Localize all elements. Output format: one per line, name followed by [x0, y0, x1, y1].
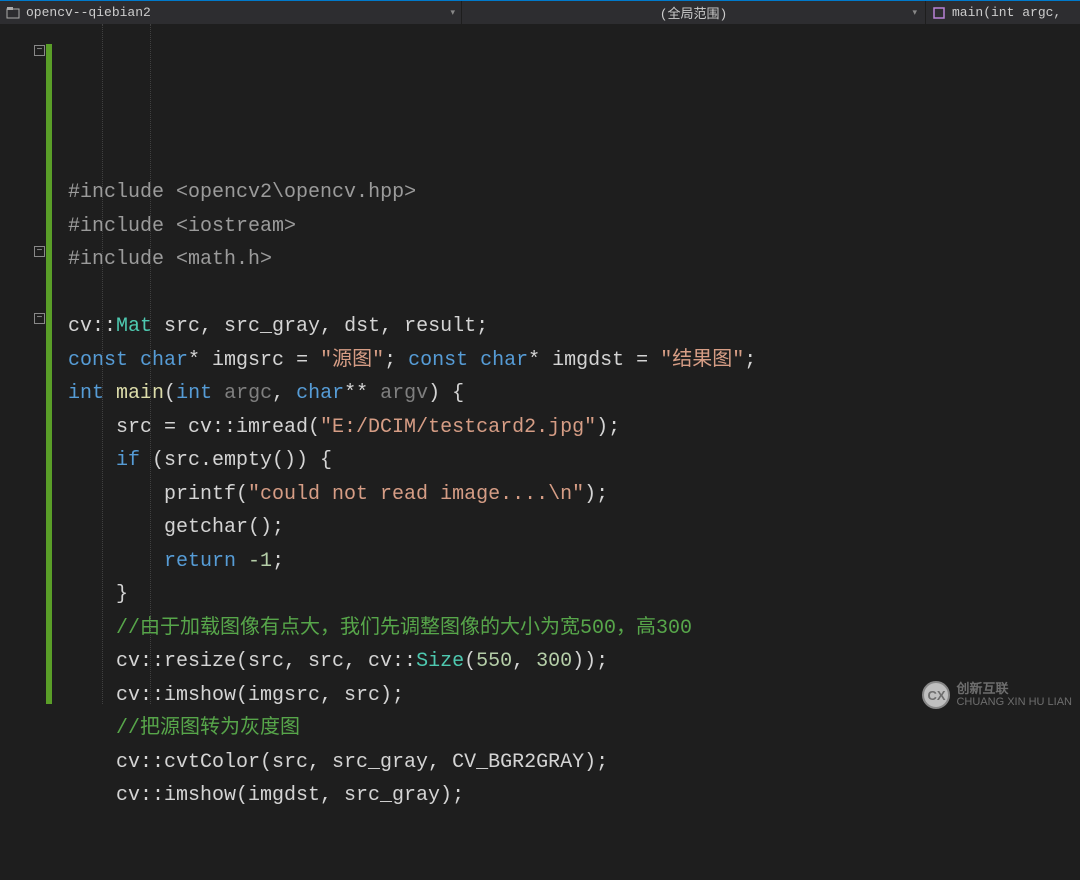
function-name: main(int argc,	[952, 5, 1061, 20]
code-line[interactable]: getchar();	[68, 511, 756, 545]
code-line[interactable]: //由于加载图像有点大，我们先调整图像的大小为宽500，高300	[68, 612, 756, 646]
watermark-logo: CX	[922, 681, 950, 709]
scope-label: (全局范围)	[660, 3, 728, 22]
fold-toggle[interactable]: −	[34, 45, 45, 56]
code-line[interactable]: const char* imgsrc = "源图"; const char* i…	[68, 344, 756, 378]
code-line[interactable]: }	[68, 578, 756, 612]
navigation-bar: opencv--qiebian2 ▾ (全局范围) ▾ main(int arg…	[0, 0, 1080, 24]
code-line[interactable]: #include <iostream>	[68, 210, 756, 244]
code-line[interactable]: if (src.empty()) {	[68, 444, 756, 478]
chevron-down-icon: ▾	[450, 8, 455, 18]
project-icon	[6, 6, 20, 20]
indent-guide	[150, 24, 151, 704]
project-name: opencv--qiebian2	[26, 5, 151, 20]
watermark: CX 创新互联 CHUANG XIN HU LIAN	[922, 681, 1072, 709]
code-line[interactable]	[68, 277, 756, 311]
chevron-down-icon: ▾	[912, 8, 917, 18]
fold-toggle[interactable]: −	[34, 313, 45, 324]
code-line[interactable]: printf("could not read image....\n");	[68, 478, 756, 512]
code-line[interactable]: cv::imshow(imgdst, src_gray);	[68, 779, 756, 813]
code-line[interactable]: int main(int argc, char** argv) {	[68, 377, 756, 411]
code-line[interactable]: cv::Mat src, src_gray, dst, result;	[68, 310, 756, 344]
function-dropdown[interactable]: main(int argc,	[926, 1, 1080, 24]
fold-toggle[interactable]: −	[34, 246, 45, 257]
code-line[interactable]: #include <math.h>	[68, 243, 756, 277]
code-line[interactable]: cv::resize(src, src, cv::Size(550, 300))…	[68, 645, 756, 679]
scope-dropdown[interactable]: (全局范围) ▾	[462, 1, 926, 24]
function-icon	[932, 6, 946, 20]
code-line[interactable]: cv::imshow(imgsrc, src);	[68, 679, 756, 713]
code-line[interactable]: //把源图转为灰度图	[68, 712, 756, 746]
gutter: − − −	[0, 24, 52, 717]
code-line[interactable]: #include <opencv2\opencv.hpp>	[68, 176, 756, 210]
code-editor[interactable]: #include <opencv2\opencv.hpp>#include <i…	[52, 24, 756, 717]
code-line[interactable]: return -1;	[68, 545, 756, 579]
project-dropdown[interactable]: opencv--qiebian2 ▾	[0, 1, 462, 24]
code-line[interactable]: src = cv::imread("E:/DCIM/testcard2.jpg"…	[68, 411, 756, 445]
editor-area: −−− #include <opencv2\opencv.hpp>#includ…	[0, 24, 1080, 717]
indent-guide	[102, 24, 103, 704]
watermark-text: 创新互联 CHUANG XIN HU LIAN	[956, 682, 1072, 708]
code-line[interactable]: cv::cvtColor(src, src_gray, CV_BGR2GRAY)…	[68, 746, 756, 780]
